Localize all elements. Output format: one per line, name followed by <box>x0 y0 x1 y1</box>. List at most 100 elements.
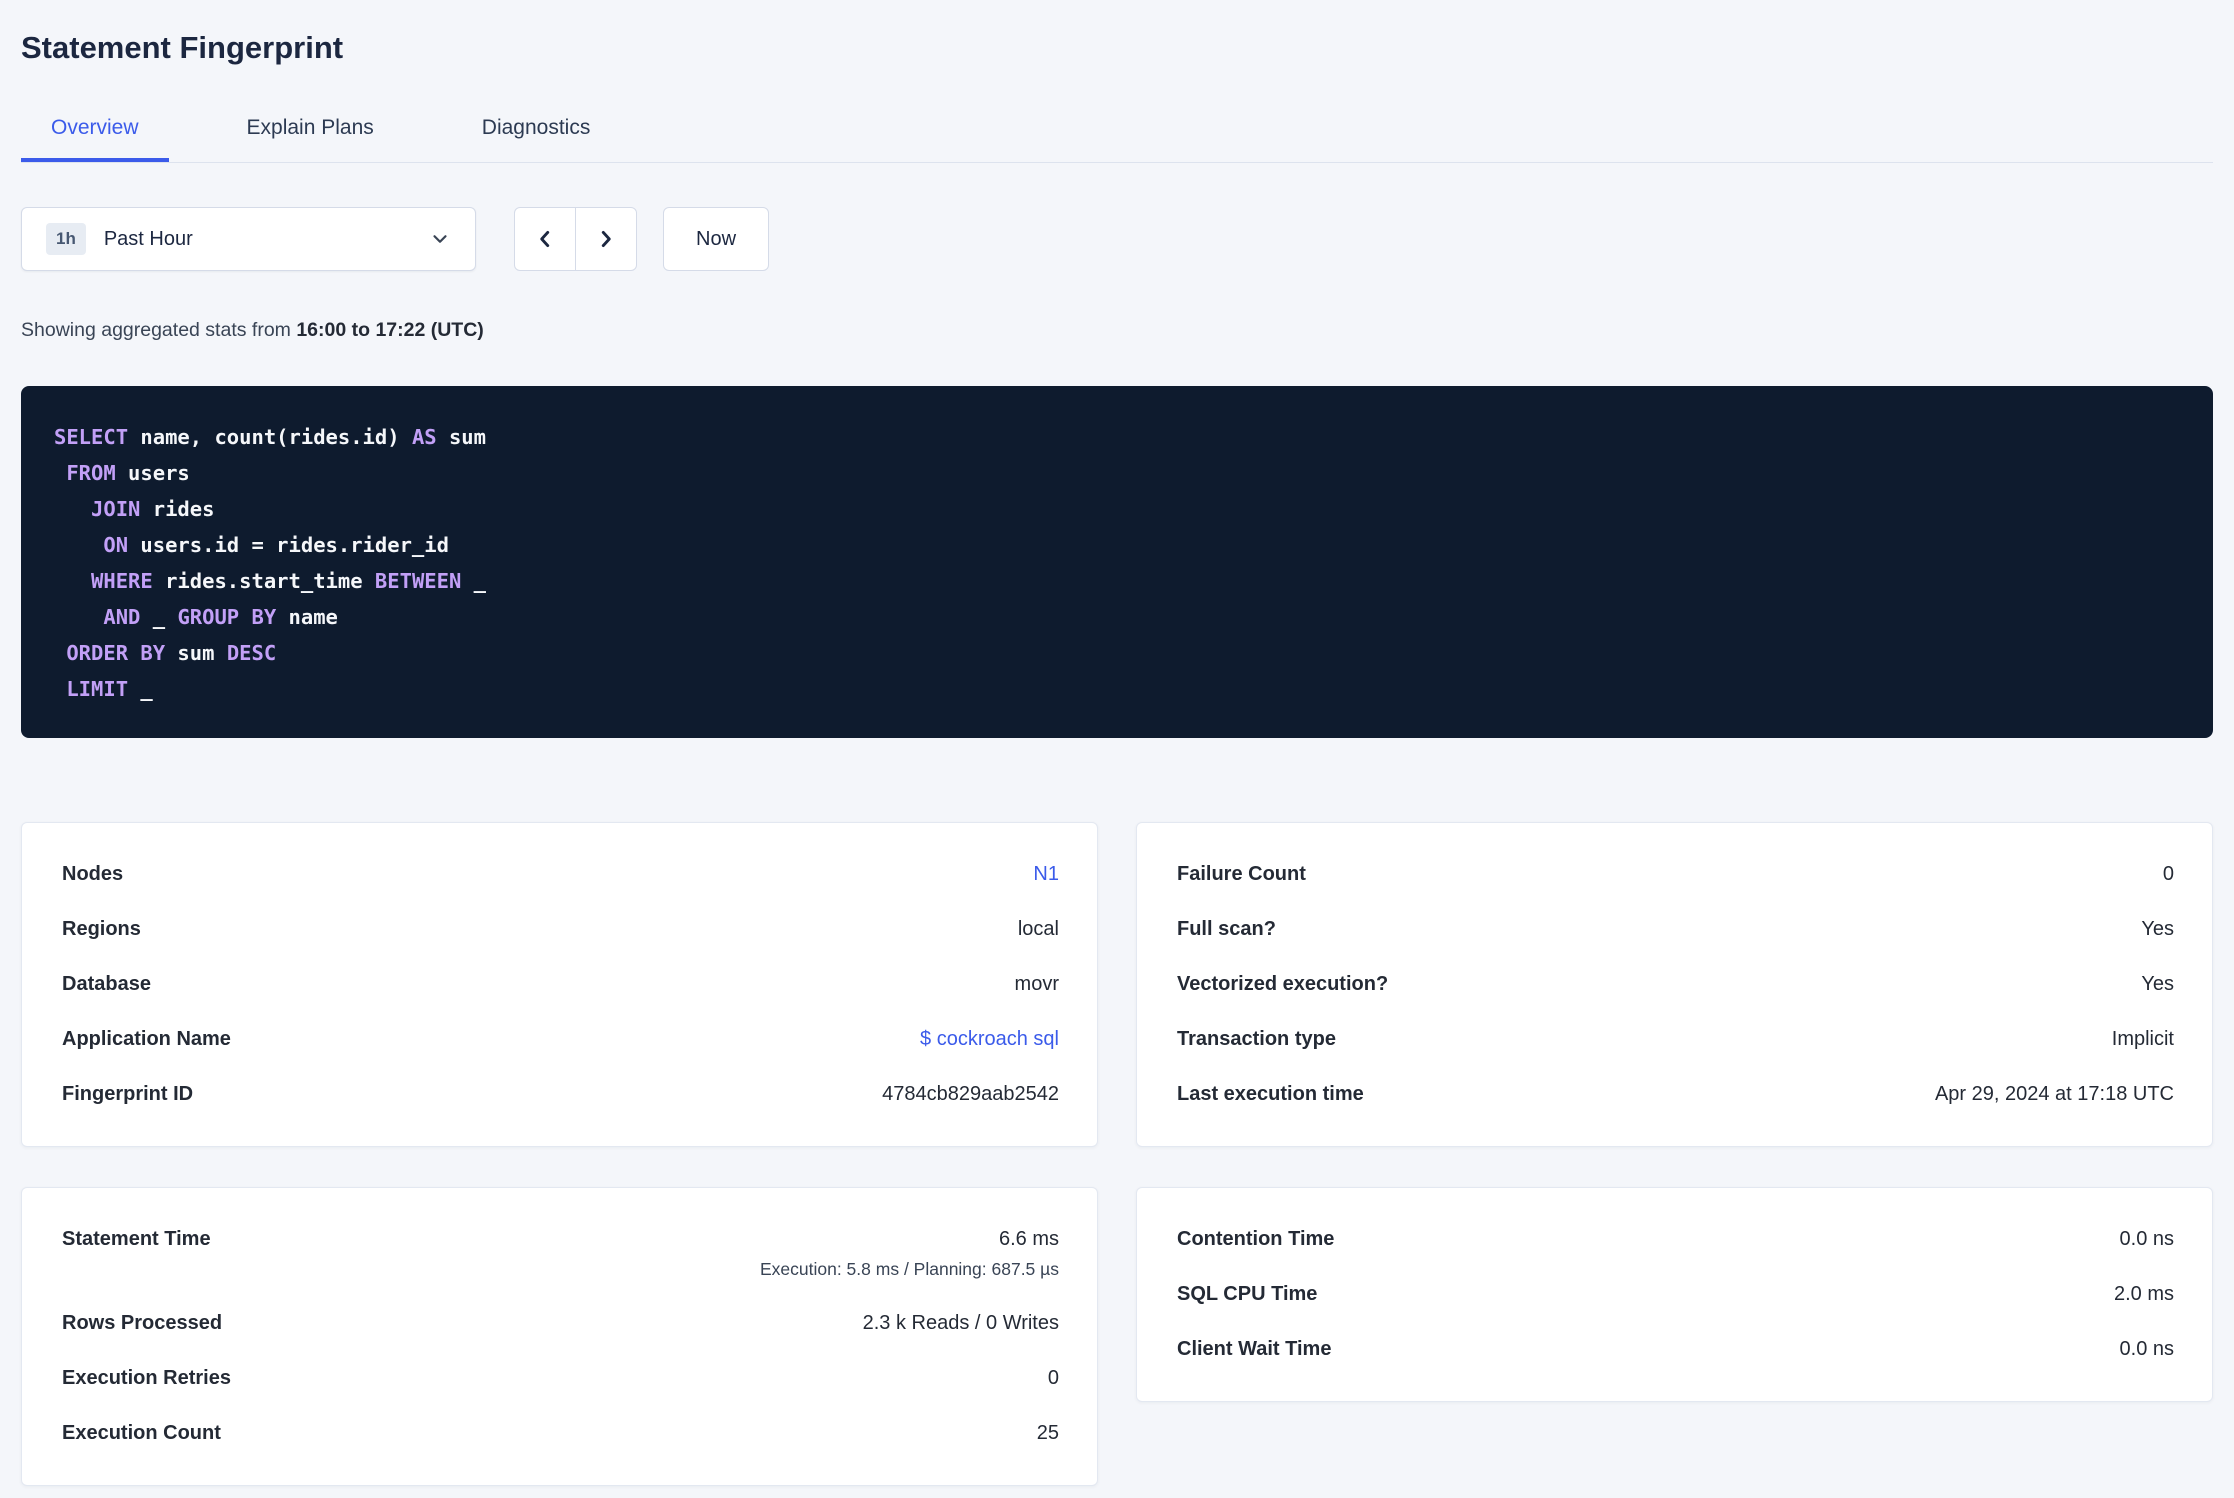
stat-label: Statement Time <box>62 1228 211 1250</box>
sql-line: ON users.id = rides.rider_id <box>54 527 2183 563</box>
stat-label: Failure Count <box>1177 863 1306 885</box>
stat-label: Rows Processed <box>62 1312 223 1334</box>
tabs: Overview Explain Plans Diagnostics <box>21 100 2213 163</box>
stat-row: Application Name $ cockroach sql <box>62 1012 1059 1067</box>
tab-overview[interactable]: Overview <box>21 100 169 162</box>
stat-value: Yes <box>2141 973 2174 995</box>
stat-value-wrap: 4784cb829aab2542 <box>882 1083 1059 1106</box>
stat-label: SQL CPU Time <box>1177 1283 1318 1305</box>
prev-time-button[interactable] <box>514 207 576 271</box>
stat-row: Contention Time 0.0 ns <box>1177 1212 2174 1267</box>
time-range-badge: 1h <box>46 223 86 255</box>
details-card-rows: Nodes N1 Regions local Database movr Applicati… <box>62 847 1059 1122</box>
stat-value: 4784cb829aab2542 <box>882 1083 1059 1105</box>
sql-keyword: GROUP BY <box>177 605 277 629</box>
stat-subvalue: Execution: 5.8 ms / Planning: 687.5 µs <box>759 1259 1059 1279</box>
stat-value: 0 <box>2162 863 2174 885</box>
timing-card: Statement Time 6.6 ms Execution: 5.8 ms / … <box>21 1187 1098 1486</box>
stat-label: Execution Count <box>62 1422 221 1444</box>
sql-statement-box: SELECT name, count(rides.id) AS sum FROM… <box>21 386 2213 738</box>
next-time-button[interactable] <box>575 207 637 271</box>
sql-text: name <box>276 605 338 629</box>
sql-text: rides <box>140 497 215 521</box>
sql-line: LIMIT _ <box>54 671 2183 707</box>
stat-value: 0.0 ns <box>2119 1228 2174 1250</box>
sql-text: sum <box>436 425 486 449</box>
page-title: Statement Fingerprint <box>21 30 344 65</box>
stat-row: Statement Time 6.6 ms Execution: 5.8 ms / … <box>62 1212 1059 1296</box>
stat-row: Vectorized execution? Yes <box>1177 957 2174 1012</box>
sql-code: SELECT name, count(rides.id) AS sum FROM… <box>54 419 2183 707</box>
sql-keyword: FROM <box>66 461 116 485</box>
stat-value-wrap: $ cockroach sql <box>920 1028 1059 1051</box>
sql-keyword: DESC <box>226 641 277 665</box>
stat-value-wrap: N1 <box>1033 863 1059 886</box>
stat-value: Implicit <box>2111 1028 2174 1050</box>
stat-label: Contention Time <box>1177 1228 1335 1250</box>
stat-row: Transaction type Implicit <box>1177 1012 2174 1067</box>
stat-label: Execution Retries <box>62 1367 231 1389</box>
stat-value: movr <box>1014 973 1059 995</box>
stat-row: Regions local <box>62 902 1059 957</box>
stat-label: Transaction type <box>1177 1028 1336 1050</box>
stat-row: Nodes N1 <box>62 847 1059 902</box>
stat-row: Client Wait Time 0.0 ns <box>1177 1322 2174 1377</box>
stat-value-link[interactable]: N1 <box>1033 863 1059 885</box>
stat-value-wrap: 2.0 ms <box>2114 1283 2174 1306</box>
stat-label: Last execution time <box>1177 1083 1364 1105</box>
stat-row: SQL CPU Time 2.0 ms <box>1177 1267 2174 1322</box>
time-controls: 1h Past Hour Now <box>21 207 2213 271</box>
execution-card: Failure Count 0 Full scan? Yes Vectorized ex… <box>1136 822 2213 1147</box>
stat-value: 2.3 k Reads / 0 Writes <box>862 1312 1059 1334</box>
stat-value-link[interactable]: $ cockroach sql <box>920 1028 1059 1050</box>
stat-row: Last execution time Apr 29, 2024 at 17:18… <box>1177 1067 2174 1122</box>
time-range-label: Past Hour <box>103 227 193 250</box>
chevron-left-icon <box>540 230 550 248</box>
sql-text: name, count(rides.id) <box>128 425 412 449</box>
sql-keyword: WHERE <box>91 569 153 593</box>
sql-line: JOIN rides <box>54 491 2183 527</box>
stat-value-wrap: Yes <box>2141 918 2174 941</box>
statement-fingerprint-page: Statement Fingerprint Overview Explain Pl… <box>0 0 2234 1498</box>
stat-value-wrap: movr <box>1015 973 1059 996</box>
stat-value: 25 <box>1036 1422 1059 1444</box>
stat-value-wrap: 0 <box>2163 863 2174 886</box>
sql-keyword: BETWEEN <box>374 569 462 593</box>
stat-value-wrap: Implicit <box>2112 1028 2174 1051</box>
sql-line: AND _ GROUP BY name <box>54 599 2183 635</box>
stat-row: Failure Count 0 <box>1177 847 2174 902</box>
details-cards-row: Nodes N1 Regions local Database movr Applicati… <box>21 822 2213 1147</box>
tab-explain-plans[interactable]: Explain Plans <box>217 100 404 162</box>
tab-diagnostics[interactable]: Diagnostics <box>452 100 621 162</box>
resource-card: Contention Time 0.0 ns SQL CPU Time 2.0 ms C… <box>1136 1187 2213 1402</box>
sql-line: ORDER BY sum DESC <box>54 635 2183 671</box>
details-card: Nodes N1 Regions local Database movr Applicati… <box>21 822 1098 1147</box>
sql-text: _ <box>461 569 487 593</box>
stat-value-wrap: 0 <box>1048 1367 1059 1390</box>
resource-card-rows: Contention Time 0.0 ns SQL CPU Time 2.0 ms C… <box>1177 1212 2174 1377</box>
stat-row: Execution Retries 0 <box>62 1351 1059 1406</box>
time-range-select[interactable]: 1h Past Hour <box>21 207 476 271</box>
sql-keyword: SELECT <box>54 425 129 449</box>
stat-value: 0.0 ns <box>2119 1338 2174 1360</box>
sql-text: _ <box>140 605 178 629</box>
stat-value-wrap: 25 <box>1037 1422 1059 1445</box>
sql-text: users.id = rides.rider_id <box>128 533 449 557</box>
stat-value-wrap: 2.3 k Reads / 0 Writes <box>863 1312 1059 1335</box>
stat-label: Vectorized execution? <box>1177 973 1389 995</box>
stat-label: Nodes <box>62 863 124 885</box>
stat-label: Fingerprint ID <box>62 1083 194 1105</box>
stat-value: 2.0 ms <box>2113 1283 2174 1305</box>
stat-row: Fingerprint ID 4784cb829aab2542 <box>62 1067 1059 1122</box>
stat-label: Database <box>62 973 151 995</box>
now-button[interactable]: Now <box>663 207 770 271</box>
stat-value-wrap: Yes <box>2141 973 2174 996</box>
execution-card-rows: Failure Count 0 Full scan? Yes Vectorized ex… <box>1177 847 2174 1122</box>
stat-value: Yes <box>2141 918 2174 940</box>
stat-label: Application Name <box>62 1028 231 1050</box>
stat-value: 6.6 ms <box>998 1228 1059 1250</box>
sql-keyword: AND <box>103 605 141 629</box>
